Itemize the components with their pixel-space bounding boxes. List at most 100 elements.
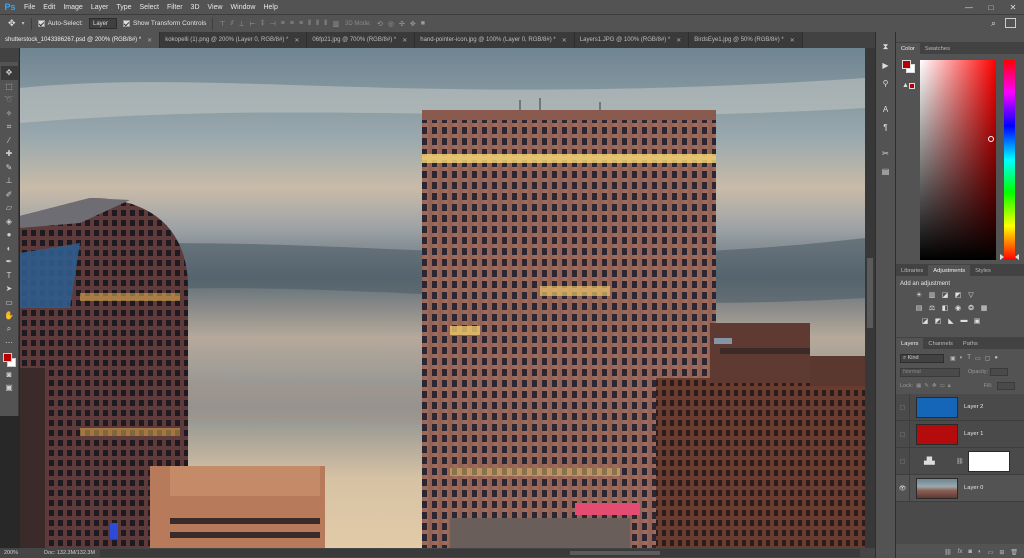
menu-window[interactable]: Window — [227, 4, 260, 11]
align-bottom-icon[interactable]: ⊥ — [239, 20, 245, 28]
blur-tool-icon[interactable]: ● — [1, 228, 18, 242]
filter-shape-icon[interactable]: ▭ — [975, 355, 981, 362]
tab-document-3[interactable]: 06fp21.jpg @ 700% (RGB/8#) * ✕ — [307, 32, 416, 48]
tool-preset-dropdown-icon[interactable]: ▾ — [22, 20, 25, 27]
selective-color-icon[interactable]: ▣ — [972, 316, 982, 325]
layer-row[interactable]: ▟▙ ⛓︎ — [896, 447, 1024, 475]
layer-name[interactable]: Layer 1 — [964, 431, 983, 437]
marquee-tool-icon[interactable]: ⬚ — [1, 80, 18, 94]
filter-smart-object-icon[interactable]: ▢ — [985, 355, 991, 362]
color-swatches[interactable] — [1, 352, 18, 368]
menu-3d[interactable]: 3D — [187, 4, 204, 11]
add-mask-icon[interactable]: ◙ — [968, 549, 972, 555]
hue-slider[interactable] — [1004, 60, 1015, 260]
foreground-color-swatch[interactable] — [2, 352, 12, 362]
scroll-thumb[interactable] — [867, 258, 873, 328]
minimize-button[interactable]: — — [958, 0, 980, 14]
color-picker-field[interactable] — [920, 60, 996, 260]
tools-icon[interactable]: ✂ — [876, 144, 895, 162]
healing-brush-tool-icon[interactable]: ✚ — [1, 147, 18, 161]
close-button[interactable]: ✕ — [1002, 0, 1024, 14]
layer-row[interactable]: Layer 2 — [896, 393, 1024, 421]
menu-filter[interactable]: Filter — [163, 4, 187, 11]
move-tool-icon[interactable]: ✥ — [8, 18, 16, 29]
quick-mask-icon[interactable]: ◙ — [1, 368, 18, 382]
distribute-left-icon[interactable]: ⦀ — [308, 20, 311, 28]
tab-color[interactable]: Color — [896, 43, 920, 54]
menu-layer[interactable]: Layer — [87, 4, 113, 11]
photo-filter-icon[interactable]: ◉ — [953, 303, 963, 312]
paint-bucket-tool-icon[interactable]: ◈ — [1, 215, 18, 229]
properties-icon[interactable]: ⚲ — [876, 74, 895, 92]
vibrance-icon[interactable]: ▽ — [966, 290, 976, 299]
delete-layer-icon[interactable]: 🗑︎ — [1010, 549, 1018, 556]
invert-icon[interactable]: ◪ — [920, 316, 930, 325]
align-left-icon[interactable]: ⊢ — [250, 20, 256, 28]
maximize-button[interactable]: □ — [980, 0, 1002, 14]
filter-adjustment-icon[interactable]: ◐ — [960, 355, 964, 362]
menu-file[interactable]: File — [20, 4, 39, 11]
actions-play-icon[interactable]: ▶ — [876, 56, 895, 74]
new-layer-icon[interactable]: ⊞ — [999, 549, 1004, 556]
document-size[interactable]: Doc: 132.3M/132.3M — [40, 550, 95, 556]
blend-mode-dropdown[interactable]: Normal — [900, 367, 960, 377]
tab-channels[interactable]: Channels — [923, 338, 958, 349]
layer-row[interactable]: Layer 1 — [896, 420, 1024, 448]
close-icon[interactable]: ✕ — [676, 37, 681, 44]
clone-stamp-tool-icon[interactable]: ⊥ — [1, 174, 18, 188]
close-icon[interactable]: ✕ — [402, 37, 407, 44]
3d-pan-icon[interactable]: ✣ — [399, 20, 405, 28]
auto-select-checkbox[interactable]: Auto-Select: — [37, 20, 83, 27]
zoom-tool-icon[interactable]: ⌕ — [1, 323, 18, 337]
opacity-field[interactable] — [990, 368, 1009, 376]
menu-view[interactable]: View — [204, 4, 227, 11]
layer-name[interactable]: Layer 0 — [964, 485, 983, 491]
glyphs-icon[interactable]: A — [876, 100, 895, 118]
lock-transparent-icon[interactable]: ▦ — [916, 383, 921, 389]
3d-slide-icon[interactable]: ✥ — [410, 20, 416, 28]
close-icon[interactable]: ✕ — [562, 37, 567, 44]
zoom-level[interactable]: 200% — [0, 550, 40, 556]
visibility-toggle[interactable] — [896, 393, 910, 421]
search-icon[interactable]: ⌕ — [991, 18, 996, 29]
align-center-icon[interactable]: ‡ — [261, 20, 265, 28]
levels-icon[interactable]: ▥ — [927, 290, 937, 299]
menu-help[interactable]: Help — [259, 4, 281, 11]
black-white-icon[interactable]: ◧ — [940, 303, 950, 312]
hue-slider-handle[interactable] — [1000, 254, 1004, 260]
tab-document-6[interactable]: BirdsEye1.jpg @ 50% (RGB/8#) * ✕ — [689, 32, 803, 48]
hue-saturation-icon[interactable]: ▤ — [914, 303, 924, 312]
crop-tool-icon[interactable]: ⌗ — [1, 120, 18, 134]
new-adjustment-layer-icon[interactable]: ◐ — [978, 549, 982, 555]
gamut-color-swatch[interactable] — [909, 83, 915, 89]
filter-type-icon[interactable]: T — [967, 355, 971, 362]
distribute-right-icon[interactable]: ⦀ — [324, 20, 327, 28]
color-balance-icon[interactable]: ⚖ — [927, 303, 937, 312]
link-chain-icon[interactable]: ⛓︎ — [956, 458, 964, 465]
type-tool-icon[interactable]: T — [1, 269, 18, 283]
3d-scale-icon[interactable]: ■ — [421, 20, 425, 28]
distribute-center-icon[interactable]: ⦀ — [316, 20, 319, 28]
pen-tool-icon[interactable]: ✒ — [1, 255, 18, 269]
document-canvas[interactable] — [20, 48, 865, 548]
eraser-tool-icon[interactable]: ▱ — [1, 201, 18, 215]
tab-document-1[interactable]: shutterstock_1043386267.psd @ 200% (RGB/… — [0, 32, 161, 48]
3d-roll-icon[interactable]: ◎ — [388, 20, 394, 28]
tab-styles[interactable]: Styles — [970, 265, 996, 276]
visibility-toggle[interactable] — [896, 447, 910, 475]
path-selection-tool-icon[interactable]: ➤ — [1, 282, 18, 296]
magic-wand-tool-icon[interactable]: ✧ — [1, 107, 18, 121]
visibility-toggle[interactable] — [896, 420, 910, 448]
align-middle-icon[interactable]: ⫽ — [230, 20, 233, 28]
vertical-scrollbar[interactable] — [865, 48, 875, 548]
3d-rotate-icon[interactable]: ⟲ — [377, 20, 383, 28]
close-icon[interactable]: ✕ — [790, 37, 795, 44]
history-brush-tool-icon[interactable]: ✐ — [1, 188, 18, 202]
lock-pixels-icon[interactable]: ✎ — [924, 383, 929, 389]
distribute-middle-icon[interactable]: ≡ — [290, 20, 294, 28]
menu-type[interactable]: Type — [112, 4, 135, 11]
menu-select[interactable]: Select — [136, 4, 163, 11]
workspace-icon[interactable] — [1005, 18, 1016, 28]
checkbox-checked-icon[interactable] — [122, 20, 130, 27]
tab-libraries[interactable]: Libraries — [896, 265, 928, 276]
